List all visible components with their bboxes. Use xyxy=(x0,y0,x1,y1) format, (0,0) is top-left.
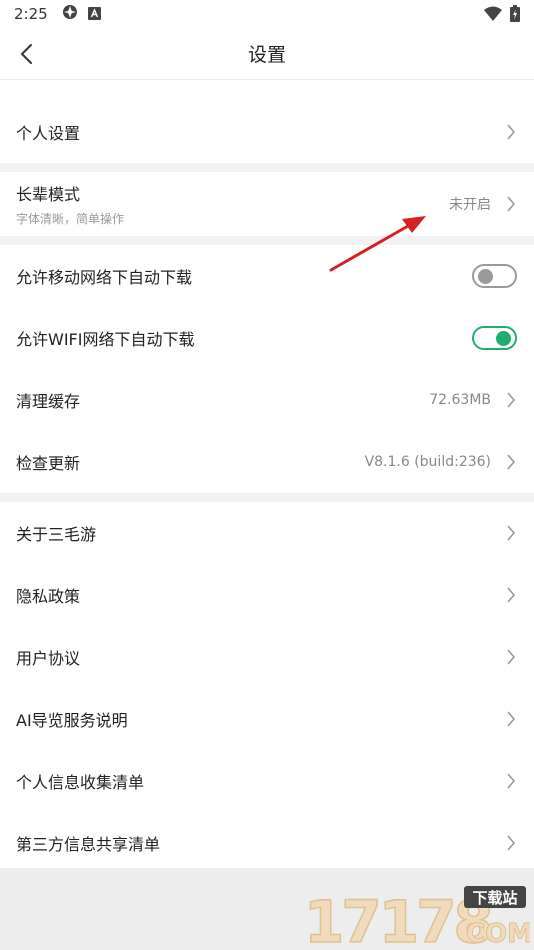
a-badge-icon xyxy=(87,5,101,24)
mobile-download-row: 允许移动网络下自动下载 xyxy=(0,245,534,307)
battery-icon xyxy=(510,5,520,26)
chevron-right-icon xyxy=(505,524,517,542)
chevron-right-icon xyxy=(505,391,517,409)
section-divider xyxy=(0,236,534,245)
chevron-right-icon xyxy=(505,710,517,728)
toggle-knob xyxy=(496,331,511,346)
vpn-icon xyxy=(62,4,78,24)
toggle-knob xyxy=(478,269,493,284)
user-agreement-label: 用户协议 xyxy=(16,649,81,668)
check-update-row[interactable]: 检查更新 V8.1.6 (build:236) xyxy=(0,431,534,493)
wifi-download-row: 允许WIFI网络下自动下载 xyxy=(0,307,534,369)
back-button[interactable] xyxy=(12,40,40,68)
chevron-right-icon xyxy=(505,648,517,666)
chevron-right-icon xyxy=(505,772,517,790)
status-time: 2:25 xyxy=(14,5,48,23)
clear-cache-row[interactable]: 清理缓存 72.63MB xyxy=(0,369,534,431)
chevron-right-icon xyxy=(505,195,517,213)
wifi-download-label: 允许WIFI网络下自动下载 xyxy=(16,330,195,349)
elder-mode-label: 长辈模式 xyxy=(16,185,81,204)
elder-mode-text: 长辈模式 字体清晰，简单操作 xyxy=(16,181,449,227)
back-arrow-icon xyxy=(20,44,32,64)
top-spacer xyxy=(0,80,534,101)
chevron-right-icon xyxy=(505,834,517,852)
elder-mode-value: 未开启 xyxy=(449,197,491,213)
mobile-download-toggle[interactable] xyxy=(472,264,517,288)
check-update-value: V8.1.6 (build:236) xyxy=(364,454,491,470)
wifi-icon xyxy=(484,6,502,26)
elder-mode-sublabel: 字体清晰，简单操作 xyxy=(16,212,125,226)
personal-settings-row[interactable]: 个人设置 xyxy=(0,101,534,163)
wifi-download-toggle[interactable] xyxy=(472,326,517,350)
about-label: 关于三毛游 xyxy=(16,525,97,544)
chevron-right-icon xyxy=(505,586,517,604)
third-party-label: 第三方信息共享清单 xyxy=(16,835,161,854)
status-icons-left xyxy=(62,4,101,24)
mobile-download-label: 允许移动网络下自动下载 xyxy=(16,268,193,287)
privacy-policy-row[interactable]: 隐私政策 xyxy=(0,564,534,626)
watermark-number: 17178 xyxy=(304,888,491,948)
page-title: 设置 xyxy=(247,44,286,66)
ai-guide-label: AI导览服务说明 xyxy=(16,711,128,730)
watermark-suffix: COM xyxy=(466,919,530,948)
nav-bar: 设置 xyxy=(0,28,534,80)
status-bar: 2:25 xyxy=(0,0,534,28)
clear-cache-value: 72.63MB xyxy=(429,392,491,408)
section-divider xyxy=(0,493,534,502)
personal-info-label: 个人信息收集清单 xyxy=(16,773,145,792)
personal-info-row[interactable]: 个人信息收集清单 xyxy=(0,750,534,812)
watermark-tag: 下载站 xyxy=(472,889,517,907)
status-icons-right xyxy=(484,5,520,26)
ai-guide-row[interactable]: AI导览服务说明 xyxy=(0,688,534,750)
section-divider xyxy=(0,163,534,172)
personal-settings-label: 个人设置 xyxy=(16,124,81,143)
third-party-row[interactable]: 第三方信息共享清单 xyxy=(0,812,534,874)
chevron-right-icon xyxy=(505,123,517,141)
clear-cache-label: 清理缓存 xyxy=(16,392,81,411)
elder-mode-row[interactable]: 长辈模式 字体清晰，简单操作 未开启 xyxy=(0,172,534,236)
chevron-right-icon xyxy=(505,453,517,471)
check-update-label: 检查更新 xyxy=(16,454,81,473)
privacy-policy-label: 隐私政策 xyxy=(16,587,81,606)
watermark-logo: 17178 下载站 COM xyxy=(303,886,530,948)
about-row[interactable]: 关于三毛游 xyxy=(0,502,534,564)
user-agreement-row[interactable]: 用户协议 xyxy=(0,626,534,688)
